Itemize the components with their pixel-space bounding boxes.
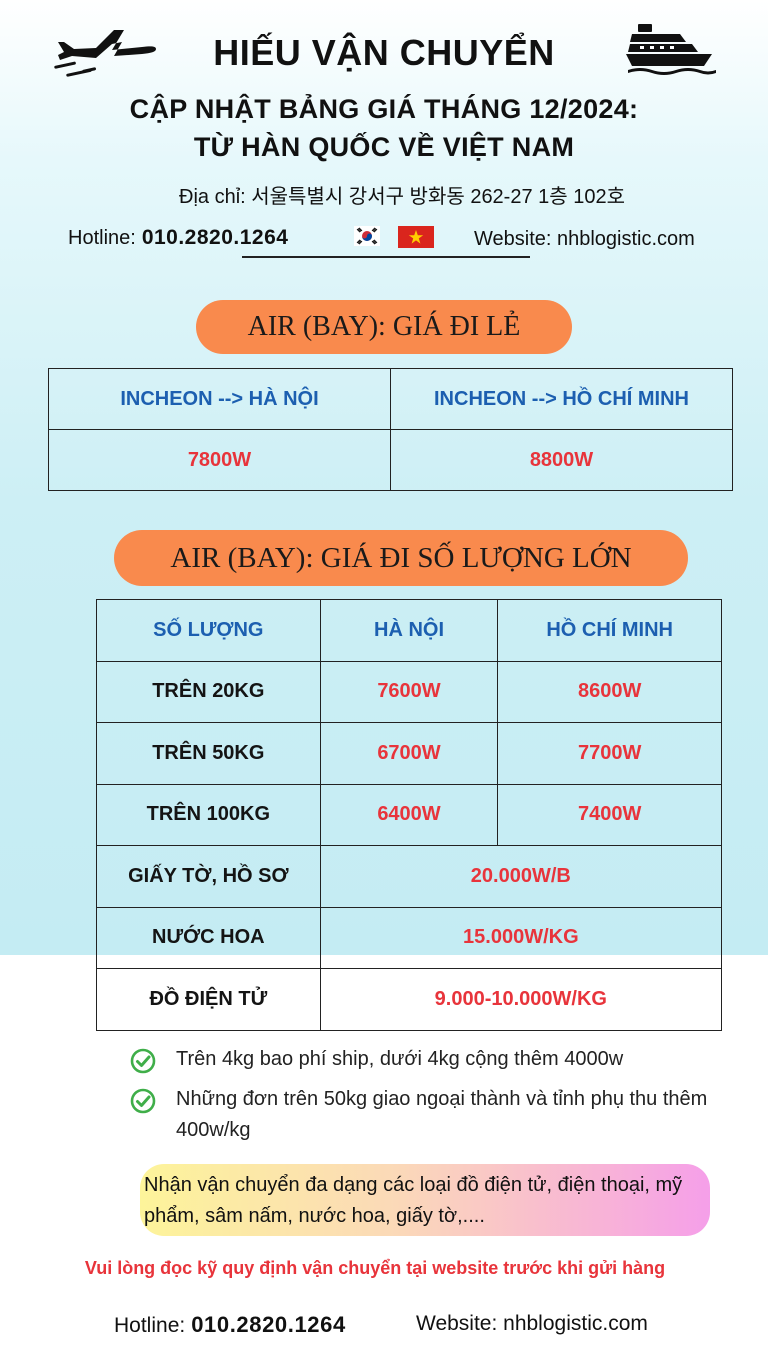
retail-title: AIR (BAY): GIÁ ĐI LẺ	[196, 300, 572, 354]
row-price-hanoi: 7600W	[319, 660, 499, 723]
bulk-header-hanoi: HÀ NỘI	[319, 599, 499, 662]
table-row: TRÊN 50KG 6700W 7700W	[96, 722, 722, 785]
row-price-hcm: 8600W	[497, 660, 722, 723]
warning-text: Vui lòng đọc kỹ quy định vận chuyển tại …	[84, 1258, 666, 1278]
hotline-bottom: Hotline: 010.2820.1264	[114, 1312, 346, 1338]
divider-line	[242, 256, 530, 258]
row-label: TRÊN 20KG	[96, 660, 321, 723]
hotline-label: Hotline:	[68, 227, 136, 249]
bulk-header-quantity: SỐ LƯỢNG	[96, 599, 321, 662]
row-price-hcm: 7400W	[497, 783, 722, 846]
row-price-hanoi: 6700W	[319, 722, 499, 785]
table-row: 7800W 8800W	[48, 429, 733, 491]
table-row: TRÊN 100KG 6400W 7400W	[96, 783, 722, 846]
row-price: 15.000W/KG	[319, 906, 723, 969]
hotline-label: Hotline:	[114, 1314, 186, 1337]
table-header-row: INCHEON --> HÀ NỘI INCHEON --> HỒ CHÍ MI…	[48, 368, 733, 430]
table-row: TRÊN 20KG 7600W 8600W	[96, 660, 722, 723]
retail-header-hanoi: INCHEON --> HÀ NỘI	[48, 368, 391, 430]
subtitle-line-1: CẬP NHẬT BẢNG GIÁ THÁNG 12/2024:	[129, 94, 639, 124]
table-row: NƯỚC HOA 15.000W/KG	[96, 906, 723, 969]
row-label: GIẤY TỜ, HỒ SƠ	[96, 845, 321, 908]
vietnam-flag-icon	[398, 226, 434, 248]
row-price-hanoi: 6400W	[319, 783, 499, 846]
row-label: ĐỒ ĐIỆN TỬ	[96, 968, 321, 1031]
row-label: NƯỚC HOA	[96, 906, 321, 969]
retail-price-hanoi: 7800W	[48, 429, 391, 491]
bulk-header-hcm: HỒ CHÍ MINH	[497, 599, 722, 662]
row-label: TRÊN 50KG	[96, 722, 321, 785]
row-price: 20.000W/B	[319, 845, 723, 908]
address: Địa chỉ: 서울특별시 강서구 방화동 262-27 1층 102호	[179, 186, 625, 208]
note-item: Những đơn trên 50kg giao ngoại thành và …	[176, 1088, 708, 1141]
table-row: ĐỒ ĐIỆN TỬ 9.000-10.000W/KG	[96, 968, 723, 1031]
hotline-number[interactable]: 010.2820.1264	[191, 1312, 346, 1337]
row-price: 9.000-10.000W/KG	[319, 968, 723, 1031]
hotline-number[interactable]: 010.2820.1264	[142, 226, 289, 249]
website-bottom[interactable]: Website: nhblogistic.com	[416, 1312, 648, 1336]
note-item: Trên 4kg bao phí ship, dưới 4kg cộng thê…	[176, 1048, 624, 1070]
check-icon	[130, 1048, 156, 1074]
table-row: GIẤY TỜ, HỒ SƠ 20.000W/B	[96, 845, 723, 908]
row-price-hcm: 7700W	[497, 722, 722, 785]
subtitle-line-2: TỪ HÀN QUỐC VỀ VIỆT NAM	[193, 132, 575, 162]
bulk-price-table: SỐ LƯỢNG HÀ NỘI HỒ CHÍ MINH TRÊN 20KG 76…	[96, 599, 723, 1031]
check-icon	[130, 1088, 156, 1114]
retail-price-table: INCHEON --> HÀ NỘI INCHEON --> HỒ CHÍ MI…	[48, 368, 733, 491]
table-header-row: SỐ LƯỢNG HÀ NỘI HỒ CHÍ MINH	[96, 599, 722, 662]
retail-header-hcm: INCHEON --> HỒ CHÍ MINH	[390, 368, 733, 430]
korea-flag-icon	[354, 226, 380, 246]
services-banner-text: Nhận vận chuyển đa dạng các loại đồ điện…	[144, 1174, 683, 1227]
website-top[interactable]: Website: nhblogistic.com	[474, 228, 695, 251]
bulk-title: AIR (BAY): GIÁ ĐI SỐ LƯỢNG LỚN	[114, 530, 688, 586]
brand-title: HIẾU VẬN CHUYỂN	[213, 32, 555, 73]
hotline-top: Hotline: 010.2820.1264	[68, 226, 288, 250]
retail-price-hcm: 8800W	[390, 429, 733, 491]
row-label: TRÊN 100KG	[96, 783, 321, 846]
